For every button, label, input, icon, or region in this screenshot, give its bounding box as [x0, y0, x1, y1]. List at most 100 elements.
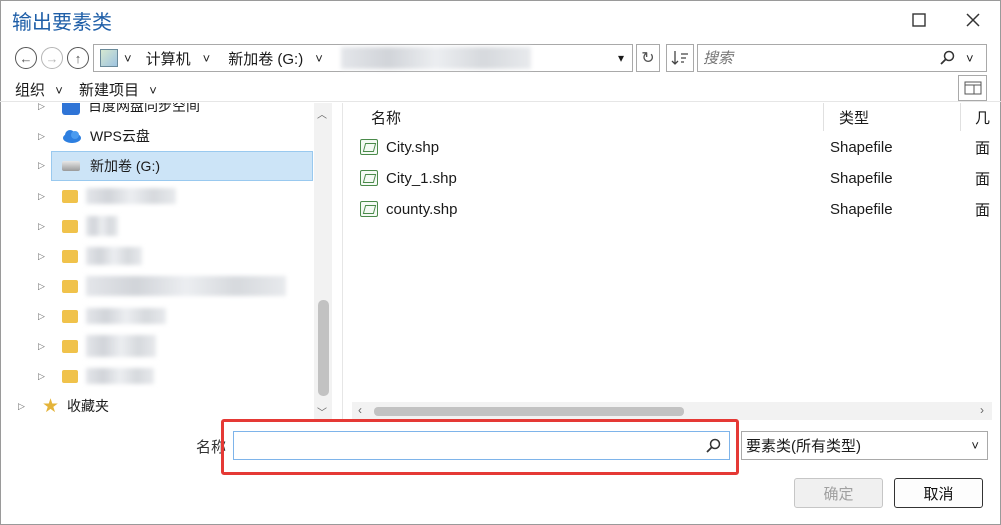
tree-item-label: 百度网盘同步空间 — [88, 103, 200, 114]
highlight-box — [221, 419, 739, 475]
redacted-label — [86, 308, 166, 324]
expand-icon[interactable]: ▷ — [18, 401, 30, 412]
preview-pane-icon — [964, 81, 981, 95]
cloud-icon — [63, 130, 81, 143]
search-box[interactable]: ˅ — [697, 44, 987, 72]
feature-type-select[interactable]: 要素类(所有类型) ˅ — [741, 431, 988, 460]
refresh-icon: ↻ — [641, 50, 655, 67]
organize-label: 组织 — [15, 82, 46, 99]
file-type: Shapefile — [829, 169, 893, 187]
new-item-menu[interactable]: 新建项目 ˅ — [79, 79, 157, 100]
tree-item-drive-g[interactable]: 新加卷 (G:) — [51, 151, 313, 181]
organize-menu[interactable]: 组织 ˅ — [15, 79, 63, 100]
refresh-button[interactable]: ↻ — [636, 44, 660, 72]
new-item-label: 新建项目 — [79, 82, 140, 99]
file-list-scroll-thumb[interactable] — [374, 407, 684, 416]
maximize-button[interactable] — [896, 0, 942, 40]
back-button[interactable]: ← — [15, 47, 37, 69]
expand-icon[interactable]: ▷ — [38, 341, 50, 352]
tree-item-folder[interactable]: ▷ — [8, 181, 314, 211]
up-button[interactable]: ↑ — [67, 47, 89, 69]
redacted-label — [86, 188, 176, 204]
cancel-button[interactable]: 取消 — [894, 478, 983, 508]
pane-splitter[interactable] — [342, 103, 343, 421]
baidu-sync-icon — [62, 103, 80, 115]
tree-item-folder[interactable]: ▷ — [8, 301, 314, 331]
file-row[interactable]: City.shp Shapefile 面 — [360, 132, 990, 162]
close-icon — [966, 13, 980, 27]
breadcrumb-drive-g[interactable]: 新加卷 (G:) — [228, 48, 303, 69]
expand-icon[interactable]: ▷ — [38, 131, 50, 142]
redacted-label — [86, 216, 118, 236]
folder-icon — [62, 339, 78, 353]
chevron-down-icon: ˅ — [971, 438, 979, 453]
expand-icon[interactable]: ▷ — [38, 371, 50, 382]
address-dropdown-icon[interactable]: ▾ — [618, 51, 624, 65]
expand-icon[interactable]: ▷ — [38, 311, 50, 322]
chevron-down-icon: ˅ — [149, 83, 157, 98]
tree-scroll-thumb[interactable] — [318, 300, 329, 396]
file-row[interactable]: City_1.shp Shapefile 面 — [360, 163, 990, 193]
scroll-right-icon[interactable]: › — [980, 403, 984, 417]
tree-item-favorites[interactable]: ▷ ★ 收藏夹 — [8, 391, 314, 421]
dialog-title: 输出要素类 — [12, 12, 112, 34]
tree-item-folder[interactable]: ▷ — [8, 211, 314, 241]
file-geometry: 面 — [974, 170, 990, 188]
column-header-type[interactable]: 类型 — [839, 103, 869, 131]
column-header-geometry[interactable]: 几 — [975, 103, 990, 131]
tree-item-label: 收藏夹 — [67, 398, 110, 414]
shapefile-icon — [360, 201, 378, 217]
file-row[interactable]: county.shp Shapefile 面 — [360, 194, 990, 224]
column-header-name[interactable]: 名称 — [371, 103, 401, 131]
toolbar-divider — [0, 101, 1001, 102]
tree-item-folder[interactable]: ▷ — [8, 331, 314, 361]
tree-item-label: WPS云盘 — [90, 128, 150, 144]
expand-icon[interactable]: ▷ — [38, 103, 50, 112]
redacted-label — [86, 368, 154, 384]
arrow-right-icon: → — [45, 50, 59, 66]
search-dropdown-icon[interactable]: ˅ — [966, 51, 974, 66]
scroll-left-icon[interactable]: ‹ — [358, 403, 362, 417]
file-name: City_1.shp — [386, 169, 457, 187]
folder-icon — [62, 219, 78, 233]
chevron-down-icon[interactable]: ˅ — [203, 51, 211, 66]
expand-icon[interactable]: ▷ — [38, 281, 50, 292]
tree-item-folder[interactable]: ▷ — [8, 361, 314, 391]
search-icon[interactable] — [940, 50, 956, 66]
location-icon — [100, 49, 118, 67]
scroll-down-icon[interactable]: ﹀ — [317, 404, 327, 419]
forward-button[interactable]: → — [41, 47, 63, 69]
chevron-down-icon[interactable]: ˅ — [315, 51, 323, 66]
file-type: Shapefile — [829, 138, 893, 156]
view-pane-button[interactable] — [958, 75, 987, 101]
tree-item-folder[interactable]: ▷ — [8, 271, 314, 301]
folder-icon — [62, 309, 78, 323]
feature-type-value: 要素类(所有类型) — [746, 438, 861, 455]
redacted-label — [86, 247, 142, 265]
column-divider[interactable] — [960, 103, 961, 131]
star-icon: ★ — [42, 395, 60, 417]
breadcrumb-computer[interactable]: 计算机 — [146, 48, 191, 69]
expand-icon[interactable]: ▷ — [38, 160, 45, 171]
expand-icon[interactable]: ▷ — [38, 221, 50, 232]
drive-icon — [62, 161, 80, 171]
close-button[interactable] — [950, 0, 996, 40]
maximize-icon — [912, 13, 926, 27]
column-divider[interactable] — [823, 103, 824, 131]
tree-item-baidu[interactable]: ▷ 百度网盘同步空间 — [8, 103, 314, 121]
tree-item-wps-cloud[interactable]: ▷ WPS云盘 — [8, 121, 314, 151]
shapefile-icon — [360, 170, 378, 186]
search-input[interactable] — [703, 49, 928, 67]
address-bar[interactable]: ˅ 计算机 ˅ 新加卷 (G:) ˅ ▾ — [93, 44, 633, 72]
file-geometry: 面 — [974, 201, 990, 219]
sort-button[interactable] — [666, 44, 694, 72]
sort-icon — [671, 51, 688, 65]
scroll-up-icon[interactable]: ︿ — [317, 106, 327, 121]
ok-button[interactable]: 确定 — [794, 478, 883, 508]
redacted-label — [86, 276, 286, 296]
file-geometry: 面 — [974, 139, 990, 157]
expand-icon[interactable]: ▷ — [38, 251, 50, 262]
chevron-down-icon[interactable]: ˅ — [124, 51, 132, 66]
tree-item-folder[interactable]: ▷ — [8, 241, 314, 271]
expand-icon[interactable]: ▷ — [38, 191, 50, 202]
